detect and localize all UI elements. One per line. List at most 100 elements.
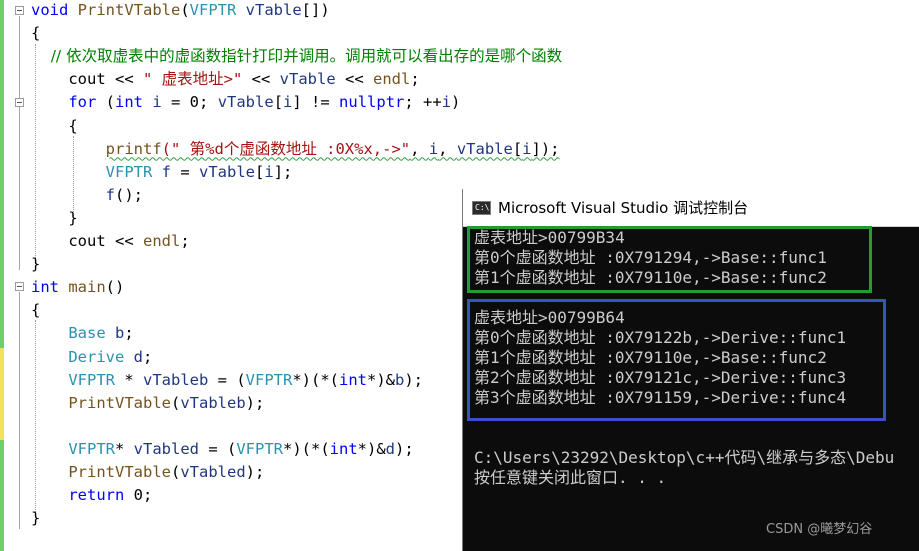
code-line[interactable]: cout << endl; bbox=[31, 230, 190, 253]
code-token: ; ++ bbox=[404, 93, 442, 112]
code-line[interactable]: PrintVTable(vTableb); bbox=[31, 392, 264, 415]
code-token: vTableb bbox=[180, 393, 246, 412]
console-title: Microsoft Visual Studio 调试控制台 bbox=[498, 199, 749, 217]
code-token: } bbox=[31, 509, 41, 528]
code-line[interactable]: } bbox=[31, 507, 40, 530]
code-token: *)(*( bbox=[292, 370, 339, 389]
code-token: << bbox=[242, 70, 280, 89]
code-token: [ bbox=[273, 93, 284, 112]
code-token: cout bbox=[31, 70, 115, 89]
code-token: ); bbox=[404, 370, 424, 389]
code-token: ( bbox=[96, 93, 115, 112]
code-token: *)(*( bbox=[283, 439, 330, 458]
code-token: VFPTR bbox=[245, 370, 293, 389]
code-line[interactable]: VFPTR f = vTable[i]; bbox=[31, 161, 293, 184]
code-token: VFPTR bbox=[236, 439, 283, 458]
code-token: b bbox=[115, 324, 125, 343]
code-token: i bbox=[264, 162, 274, 181]
code-token: d bbox=[385, 439, 396, 458]
code-token: vTable bbox=[279, 70, 336, 89]
code-token: i bbox=[152, 93, 162, 112]
console-output-line: C:\Users\23292\Desktop\c++代码\继承与多态\Debu bbox=[474, 448, 895, 467]
code-token: { bbox=[31, 301, 41, 320]
code-line[interactable]: // 依次取虚表中的虚函数指针打印并调用。调用就可以看出存的是哪个函数 bbox=[31, 45, 562, 68]
code-token: ; bbox=[180, 232, 190, 250]
code-token: vTabled bbox=[180, 463, 246, 481]
collapse-icon[interactable] bbox=[15, 282, 24, 291]
code-token: vTabled bbox=[133, 439, 199, 458]
watermark: CSDN @曦梦幻谷 bbox=[766, 522, 873, 537]
code-token: << bbox=[115, 70, 143, 89]
code-token: , bbox=[410, 139, 429, 158]
code-token: ) bbox=[451, 93, 461, 112]
code-token: * bbox=[115, 439, 134, 458]
code-token: f bbox=[161, 162, 172, 181]
code-line[interactable]: PrintVTable(vTabled); bbox=[31, 461, 264, 484]
collapse-icon[interactable] bbox=[15, 98, 24, 107]
debug-console-window[interactable]: C:\ Microsoft Visual Studio 调试控制台 虚表地址>0… bbox=[462, 189, 919, 551]
code-token: return bbox=[68, 486, 125, 505]
code-token: main bbox=[68, 278, 106, 297]
code-token: vTable bbox=[456, 139, 513, 158]
code-token: int bbox=[31, 278, 59, 297]
collapse-icon[interactable] bbox=[15, 6, 24, 15]
code-line[interactable]: VFPTR* vTabled = (VFPTR*)(*(int*)&d); bbox=[31, 438, 413, 461]
code-token: nullptr bbox=[339, 93, 405, 112]
code-line[interactable]: Base b; bbox=[31, 322, 133, 345]
code-token: , bbox=[438, 139, 457, 158]
code-line[interactable]: } bbox=[31, 207, 77, 230]
code-line[interactable]: int main() bbox=[31, 276, 124, 299]
code-token: PrintVTable bbox=[68, 393, 171, 412]
code-token: " 虚表地址>" bbox=[143, 70, 243, 89]
code-line[interactable]: { bbox=[31, 299, 40, 322]
code-token: { bbox=[31, 116, 78, 135]
code-line[interactable]: } bbox=[31, 253, 40, 276]
console-titlebar[interactable]: C:\ Microsoft Visual Studio 调试控制台 bbox=[463, 189, 919, 227]
code-line[interactable]: VFPTR * vTableb = (VFPTR*)(*(int*)&b); bbox=[31, 369, 423, 392]
code-token: } bbox=[31, 255, 41, 274]
code-line[interactable]: cout << " 虚表地址>" << vTable << endl; bbox=[31, 68, 419, 91]
code-line[interactable]: { bbox=[31, 115, 78, 138]
code-token: int bbox=[115, 93, 143, 112]
code-token: ( bbox=[170, 463, 181, 481]
code-token: int bbox=[329, 439, 358, 458]
code-line[interactable]: Derive d; bbox=[31, 346, 152, 369]
code-line[interactable]: f(); bbox=[31, 184, 143, 207]
code-token: []) bbox=[301, 1, 330, 19]
code-token: f bbox=[105, 185, 115, 204]
code-token: << bbox=[335, 70, 373, 89]
code-token: () bbox=[105, 278, 125, 297]
code-token: vTable bbox=[245, 1, 302, 19]
code-token: { bbox=[31, 24, 41, 43]
code-line[interactable]: { bbox=[31, 22, 40, 45]
code-token: ( bbox=[180, 1, 190, 19]
code-token: PrintVTable bbox=[68, 463, 171, 481]
code-token: (); bbox=[115, 185, 143, 204]
code-line[interactable]: for (int i = 0; vTable[i] != nullptr; ++… bbox=[31, 91, 460, 114]
code-token: VFPTR bbox=[68, 370, 115, 389]
code-line[interactable]: void PrintVTable(VFPTR vTable[]) bbox=[31, 0, 330, 22]
code-token: PrintVTable bbox=[77, 1, 181, 19]
code-token: ]); bbox=[531, 139, 560, 158]
code-token: = ( bbox=[199, 439, 237, 458]
code-token: for bbox=[68, 93, 97, 112]
code-line[interactable]: printf(" 第%d个虚函数地址 :0X%x,->", i, vTable[… bbox=[31, 138, 560, 161]
code-token: vTable bbox=[217, 93, 274, 112]
code-token: VFPTR bbox=[189, 1, 246, 19]
code-line[interactable]: return 0; bbox=[31, 484, 152, 507]
fold-range-line bbox=[19, 16, 20, 270]
code-token: endl bbox=[143, 232, 181, 250]
code-token: Derive bbox=[68, 347, 125, 366]
